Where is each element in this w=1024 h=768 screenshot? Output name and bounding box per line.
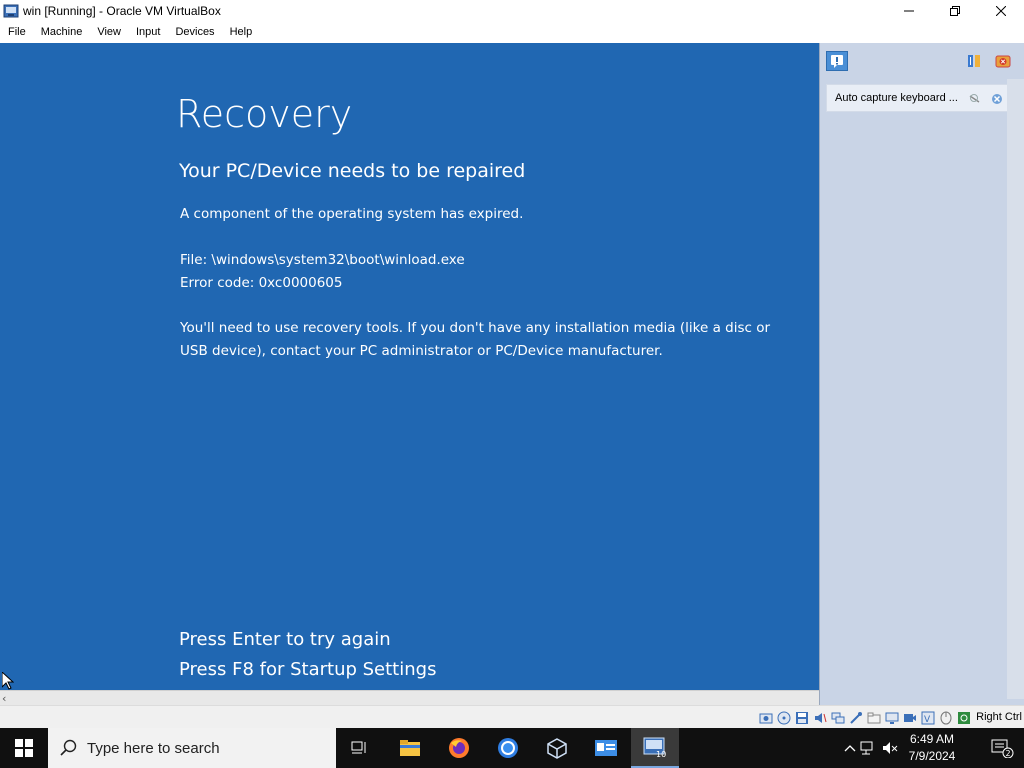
- do-not-show-icon[interactable]: [969, 93, 981, 105]
- chrome-taskbar-button[interactable]: [484, 728, 532, 768]
- notification-center-button[interactable]: [826, 51, 848, 71]
- restore-icon: [950, 6, 960, 16]
- floppy-icon[interactable]: [794, 710, 810, 726]
- virtualbox-manager-taskbar-button[interactable]: [533, 728, 581, 768]
- recovery-subtitle: Your PC/Device needs to be repaired: [179, 160, 526, 182]
- guest-display[interactable]: Recovery Your PC/Device needs to be repa…: [0, 43, 819, 690]
- toggle-sort-button[interactable]: [963, 51, 985, 71]
- firefox-icon: [449, 738, 469, 758]
- volume-muted-icon[interactable]: [882, 740, 898, 756]
- windows-logo-icon: [15, 739, 33, 757]
- side-panel-scrollbar[interactable]: [1007, 79, 1024, 699]
- scroll-left-arrow-icon[interactable]: ‹: [2, 692, 6, 705]
- file-explorer-taskbar-button[interactable]: [386, 728, 434, 768]
- task-view-button[interactable]: [336, 728, 384, 768]
- menu-file[interactable]: File: [2, 22, 32, 42]
- svg-text:10: 10: [656, 750, 666, 758]
- minimize-icon: [904, 10, 914, 12]
- close-all-notifications-button[interactable]: [992, 51, 1014, 71]
- cube-icon: [547, 738, 567, 759]
- notification-side-panel: Auto capture keyboard ...: [819, 43, 1024, 705]
- host-key-label[interactable]: Right Ctrl: [976, 711, 1022, 723]
- audio-icon[interactable]: [812, 710, 828, 726]
- mouse-integration-icon[interactable]: [938, 710, 954, 726]
- menu-help[interactable]: Help: [224, 22, 259, 42]
- start-button[interactable]: [0, 728, 48, 768]
- recovery-title: Recovery: [176, 92, 353, 136]
- clock-date: 7/9/2024: [908, 749, 956, 763]
- vm-window-taskbar-button[interactable]: 10: [631, 728, 679, 768]
- firefox-taskbar-button[interactable]: [435, 728, 483, 768]
- restore-button[interactable]: [932, 0, 978, 22]
- window-titlebar: win [Running] - Oracle VM VirtualBox: [0, 0, 1024, 22]
- search-placeholder: Type here to search: [87, 739, 220, 757]
- notice-text: Auto capture keyboard ...: [835, 92, 958, 104]
- notification-icon: 2: [991, 739, 1014, 758]
- search-icon: [60, 739, 77, 756]
- show-hidden-icons-chevron-icon[interactable]: [842, 740, 858, 756]
- press-enter-prompt: Press Enter to try again: [179, 629, 391, 650]
- menu-machine[interactable]: Machine: [35, 22, 89, 42]
- auto-capture-keyboard-notice[interactable]: Auto capture keyboard ...: [826, 84, 1013, 112]
- side-panel-header: [820, 43, 1024, 79]
- display-icon[interactable]: [884, 710, 900, 726]
- svg-text:V: V: [924, 715, 931, 725]
- menu-input[interactable]: Input: [130, 22, 166, 42]
- hard-disk-icon[interactable]: [758, 710, 774, 726]
- guest-horizontal-scrollbar[interactable]: ‹: [0, 690, 819, 705]
- taskbar-clock[interactable]: 6:49 AM 7/9/2024: [902, 731, 962, 765]
- shared-folders-icon[interactable]: [866, 710, 882, 726]
- minimize-button[interactable]: [886, 0, 932, 22]
- close-button[interactable]: [978, 0, 1024, 22]
- close-all-icon: [995, 55, 1011, 68]
- menu-bar: File Machine View Input Devices Help: [0, 22, 1024, 42]
- system-tray: 6:49 AM 7/9/2024 2: [834, 728, 1024, 768]
- window-title: win [Running] - Oracle VM VirtualBox: [23, 4, 221, 18]
- windows-taskbar: Type here to search 10 6:49 AM 7/9/2024 …: [0, 728, 1024, 768]
- recovery-advice: You'll need to use recovery tools. If yo…: [180, 320, 771, 359]
- chrome-icon: [498, 738, 518, 758]
- sort-icon: [968, 55, 980, 67]
- device-status-icons: V: [758, 710, 972, 726]
- menu-view[interactable]: View: [91, 22, 127, 42]
- clock-time: 6:49 AM: [909, 732, 955, 746]
- vm-status-bar: V Right Ctrl: [0, 705, 1024, 728]
- folder-icon: [400, 740, 420, 756]
- mouse-cursor-icon: [2, 672, 14, 690]
- task-view-icon: [351, 741, 366, 754]
- keyboard-capture-icon[interactable]: [956, 710, 972, 726]
- video-capture-icon[interactable]: [902, 710, 918, 726]
- network-icon[interactable]: [830, 710, 846, 726]
- exclamation-icon: [831, 55, 843, 68]
- virtualization-icon[interactable]: V: [920, 710, 936, 726]
- recovery-error-code: Error code: 0xc0000605: [180, 275, 343, 291]
- virtualbox-app-icon: [3, 4, 19, 18]
- press-f8-prompt: Press F8 for Startup Settings: [179, 659, 437, 680]
- optical-drive-icon[interactable]: [776, 710, 792, 726]
- close-icon: [996, 6, 1006, 16]
- notification-count-badge: 2: [1006, 749, 1011, 758]
- contact-card-taskbar-button[interactable]: [582, 728, 630, 768]
- usb-icon[interactable]: [848, 710, 864, 726]
- action-center-button[interactable]: 2: [990, 738, 1014, 758]
- close-notice-icon[interactable]: [991, 93, 1003, 105]
- vm-window-icon: 10: [643, 737, 666, 758]
- taskbar-search-box[interactable]: Type here to search: [48, 728, 336, 768]
- contact-card-icon: [595, 740, 617, 756]
- recovery-message: A component of the operating system has …: [180, 206, 524, 222]
- menu-devices[interactable]: Devices: [169, 22, 220, 42]
- recovery-file-line: File: \windows\system32\boot\winload.exe: [180, 252, 465, 268]
- network-tray-icon[interactable]: [860, 740, 876, 756]
